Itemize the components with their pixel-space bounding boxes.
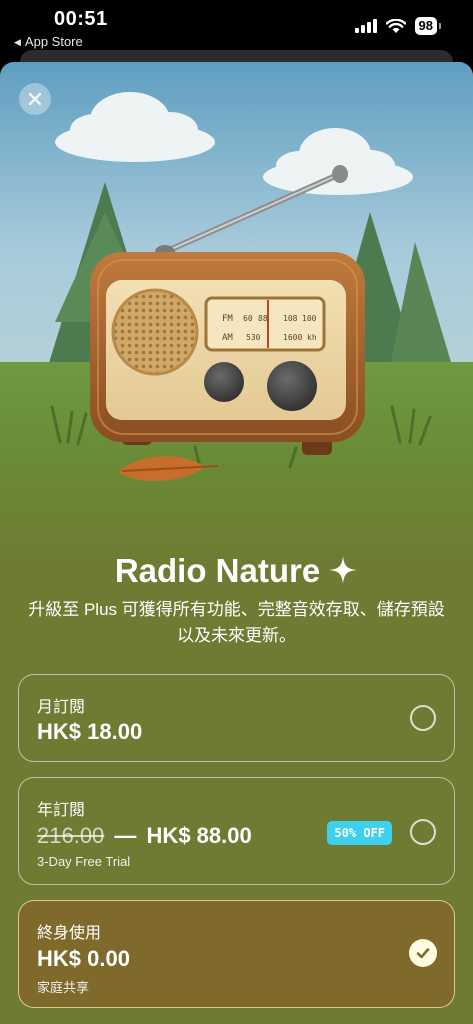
plan-lifetime-label: 終身使用 xyxy=(37,925,102,942)
svg-text:100: 100 xyxy=(302,314,317,323)
back-to-app-store-link[interactable]: ◀ App Store xyxy=(14,34,83,49)
plan-lifetime-price: HK$ 0.00 xyxy=(37,946,130,971)
back-triangle-icon: ◀ xyxy=(14,37,21,47)
plan-monthly-label: 月訂閱 xyxy=(37,699,86,716)
svg-text:kh: kh xyxy=(307,333,317,342)
price-separator: — xyxy=(114,823,137,848)
plan-yearly-price: HK$ 88.00 xyxy=(146,823,252,848)
title-text: Radio Nature xyxy=(114,552,321,589)
svg-text:FM: FM xyxy=(222,314,233,324)
svg-text:60: 60 xyxy=(243,314,253,323)
svg-text:530: 530 xyxy=(246,333,261,342)
close-button[interactable] xyxy=(19,83,51,115)
plan-yearly-price-row: 216.00 — HK$ 88.00 xyxy=(37,823,252,849)
plan-yearly-trial-note: 3-Day Free Trial xyxy=(37,854,131,869)
status-indicators: 98 xyxy=(354,17,442,35)
back-app-label: App Store xyxy=(24,34,83,49)
status-time: 00:51 xyxy=(54,8,108,30)
plan-yearly[interactable]: 年訂閱 216.00 — HK$ 88.00 3-Day Free Trial … xyxy=(18,777,455,885)
plan-monthly[interactable]: 月訂閱 HK$ 18.00 xyxy=(18,674,455,762)
discount-badge: 50% OFF xyxy=(327,821,392,845)
checkmark-icon xyxy=(416,948,430,959)
paywall-sheet: FM 60 88 108 100 AM 530 1600 kh Radio Na… xyxy=(0,62,473,1024)
plan-yearly-radio[interactable] xyxy=(410,819,436,845)
close-icon xyxy=(28,92,42,106)
paywall-title: Radio Nature xyxy=(0,552,473,590)
svg-text:1600: 1600 xyxy=(283,333,302,342)
svg-text:AM: AM xyxy=(222,333,233,343)
battery-indicator: 98 xyxy=(414,17,442,35)
plan-yearly-old-price: 216.00 xyxy=(37,823,105,848)
paywall-subtitle: 升級至 Plus 可獲得所有功能、完整音效存取、儲存預設以及未來更新。 xyxy=(28,600,445,645)
cellular-signal-icon xyxy=(354,19,377,33)
plan-lifetime-family-note: 家庭共享 xyxy=(37,980,90,995)
radio-illustration: FM 60 88 108 100 AM 530 1600 kh xyxy=(0,62,473,562)
plan-monthly-price: HK$ 18.00 xyxy=(37,719,143,744)
svg-text:108: 108 xyxy=(283,314,298,323)
plan-yearly-label: 年訂閱 xyxy=(37,802,86,819)
plan-lifetime[interactable]: 終身使用 HK$ 0.00 家庭共享 xyxy=(18,900,455,1008)
plan-lifetime-selected-check[interactable] xyxy=(409,939,437,967)
wifi-icon xyxy=(385,18,406,33)
svg-text:88: 88 xyxy=(258,314,268,323)
plan-monthly-radio[interactable] xyxy=(410,705,436,731)
sparkle-icon xyxy=(329,556,358,584)
